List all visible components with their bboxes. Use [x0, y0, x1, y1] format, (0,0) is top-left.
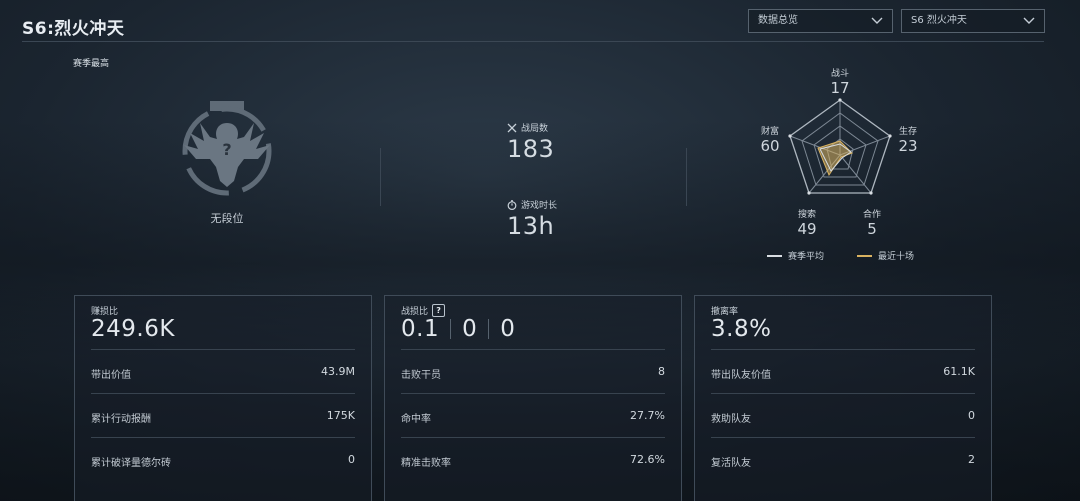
row-value: 0 — [968, 409, 975, 422]
profit-card: 赚损比 249.6K 带出价值 43.9M 累计行动报酬 175K 累计破译量德… — [74, 295, 372, 501]
kd-value: 0.1 — [401, 316, 440, 342]
row-key: 带出队友价值 — [711, 370, 771, 381]
playtime-stat: 游戏时长 13h — [507, 198, 557, 240]
row-key: 命中率 — [401, 414, 431, 425]
table-row: 复活队友 2 — [711, 437, 975, 482]
row-value: 175K — [326, 409, 355, 422]
radar-value-cooperation: 5 — [867, 220, 877, 238]
divider — [686, 148, 687, 206]
radar-label-combat: 战斗 — [830, 69, 849, 79]
stopwatch-icon — [507, 199, 517, 210]
kd-value: 0 — [500, 316, 516, 342]
svg-text:?: ? — [222, 140, 231, 159]
extract-value: 3.8% — [711, 316, 772, 342]
row-value: 72.6% — [630, 453, 665, 466]
radar-value-combat: 17 — [830, 79, 850, 97]
radar-label-search: 搜索 — [797, 210, 816, 220]
row-value: 61.1K — [943, 365, 975, 378]
kd-value: 0 — [462, 316, 478, 342]
table-row: 带出队友价值 61.1K — [711, 349, 975, 394]
row-value: 43.9M — [321, 365, 355, 378]
chevron-down-icon — [871, 17, 883, 24]
row-key: 救助队友 — [711, 414, 751, 425]
row-key: 精准击败率 — [401, 458, 451, 469]
row-value: 8 — [658, 365, 665, 378]
radar-label-wealth: 财富 — [760, 127, 779, 137]
season-select[interactable]: S6 烈火冲天 — [901, 9, 1045, 33]
matches-label: 战局数 — [521, 124, 549, 134]
divider — [488, 319, 490, 339]
table-row: 命中率 27.7% — [401, 393, 665, 438]
table-row: 累计破译量德尔砖 0 — [91, 437, 355, 482]
radar-value-wealth: 60 — [760, 137, 780, 155]
table-row: 击败干员 8 — [401, 349, 665, 394]
matches-value: 183 — [507, 135, 555, 163]
row-key: 累计破译量德尔砖 — [91, 458, 171, 469]
legend-line-icon — [767, 254, 782, 257]
table-row: 精准击败率 72.6% — [401, 437, 665, 482]
legend-season-avg: 赛季平均 — [767, 249, 824, 262]
row-value: 0 — [348, 453, 355, 466]
legend-season-avg-label: 赛季平均 — [788, 252, 825, 262]
radar-value-search: 49 — [797, 220, 817, 238]
row-value: 27.7% — [630, 409, 665, 422]
row-key: 复活队友 — [711, 458, 751, 469]
chevron-down-icon — [1023, 17, 1035, 24]
extract-card: 撤离率 3.8% 带出队友价值 61.1K 救助队友 0 复活队友 2 — [694, 295, 992, 501]
header-bar: S6:烈火冲天 数据总览 S6 烈火冲天 — [22, 0, 1045, 42]
rank-name: 无段位 — [210, 212, 244, 225]
playtime-label: 游戏时长 — [521, 201, 558, 211]
row-key: 击败干员 — [401, 370, 441, 381]
combat-values: 0.1 0 0 — [401, 316, 515, 342]
crossed-swords-icon — [507, 123, 517, 132]
table-row: 救助队友 0 — [711, 393, 975, 438]
view-select[interactable]: 数据总览 — [748, 9, 893, 33]
page-title: S6:烈火冲天 — [22, 19, 125, 39]
playtime-value: 13h — [507, 212, 555, 240]
divider — [380, 148, 381, 206]
row-key: 带出价值 — [91, 370, 131, 381]
legend-recent: 最近十场 — [857, 249, 914, 262]
legend-recent-label: 最近十场 — [878, 252, 915, 262]
divider — [450, 319, 452, 339]
table-row: 累计行动报酬 175K — [91, 393, 355, 438]
profit-value: 249.6K — [91, 316, 175, 342]
table-row: 带出价值 43.9M — [91, 349, 355, 394]
matches-stat: 战局数 183 — [507, 121, 554, 163]
season-select-label: S6 烈火冲天 — [911, 15, 967, 26]
radar-label-survival: 生存 — [898, 127, 917, 137]
radar-value-survival: 23 — [898, 137, 918, 155]
combat-card: 战损比 ? 0.1 0 0 击败干员 8 命中率 27.7% 精准击败率 72.… — [384, 295, 682, 501]
view-select-label: 数据总览 — [758, 15, 798, 26]
rank-emblem-icon: ? — [182, 101, 272, 196]
row-key: 累计行动报酬 — [91, 414, 151, 425]
legend-line-icon — [857, 254, 872, 257]
season-best-label: 赛季最高 — [73, 59, 110, 69]
radar-label-cooperation: 合作 — [862, 210, 881, 220]
row-value: 2 — [968, 453, 975, 466]
